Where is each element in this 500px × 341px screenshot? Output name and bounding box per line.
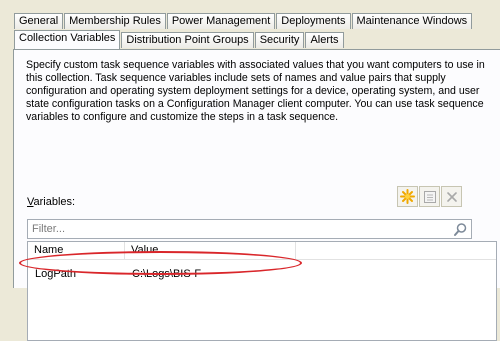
tab-row-2: Collection Variables Distribution Point …: [14, 30, 345, 50]
list-header: Name Value: [28, 242, 496, 260]
row-name-cell: LogPath: [35, 268, 76, 280]
tab-membership-rules[interactable]: Membership Rules: [64, 13, 166, 29]
variables-label: Variables:: [27, 196, 76, 208]
table-row[interactable]: LogPath C:\Logs\BIS-F: [28, 266, 496, 282]
tab-distribution-point-groups[interactable]: Distribution Point Groups: [121, 32, 254, 48]
properties-icon: [423, 190, 436, 203]
delete-x-icon: [446, 191, 457, 202]
column-header-name[interactable]: Name: [28, 242, 125, 259]
row-value-cell: C:\Logs\BIS-F: [132, 268, 202, 280]
new-star-icon: [400, 189, 415, 204]
filter-box: [27, 219, 472, 239]
description-text: Specify custom task sequence variables w…: [26, 59, 485, 123]
tab-power-management[interactable]: Power Management: [166, 13, 276, 29]
tab-maintenance-windows[interactable]: Maintenance Windows: [351, 13, 473, 29]
new-variable-button[interactable]: [397, 186, 418, 207]
tab-collection-variables[interactable]: Collection Variables: [14, 30, 121, 49]
tab-deployments[interactable]: Deployments: [276, 13, 351, 29]
variables-toolbar: [397, 186, 462, 207]
search-icon: [454, 223, 467, 236]
delete-variable-button[interactable]: [441, 186, 462, 207]
tab-panel: Specify custom task sequence variables w…: [13, 49, 500, 341]
tab-alerts[interactable]: Alerts: [305, 32, 344, 48]
column-header-value[interactable]: Value: [125, 242, 296, 259]
filter-input[interactable]: [32, 221, 442, 237]
variables-list[interactable]: Name Value LogPath C:\Logs\BIS-F: [27, 241, 497, 341]
variables-label-rest: ariables:: [33, 196, 76, 208]
tab-security[interactable]: Security: [254, 32, 305, 48]
tab-general[interactable]: General: [14, 13, 64, 29]
tab-row-1: General Membership Rules Power Managemen…: [14, 13, 473, 31]
variable-properties-button[interactable]: [419, 186, 440, 207]
search-button[interactable]: [453, 222, 468, 240]
